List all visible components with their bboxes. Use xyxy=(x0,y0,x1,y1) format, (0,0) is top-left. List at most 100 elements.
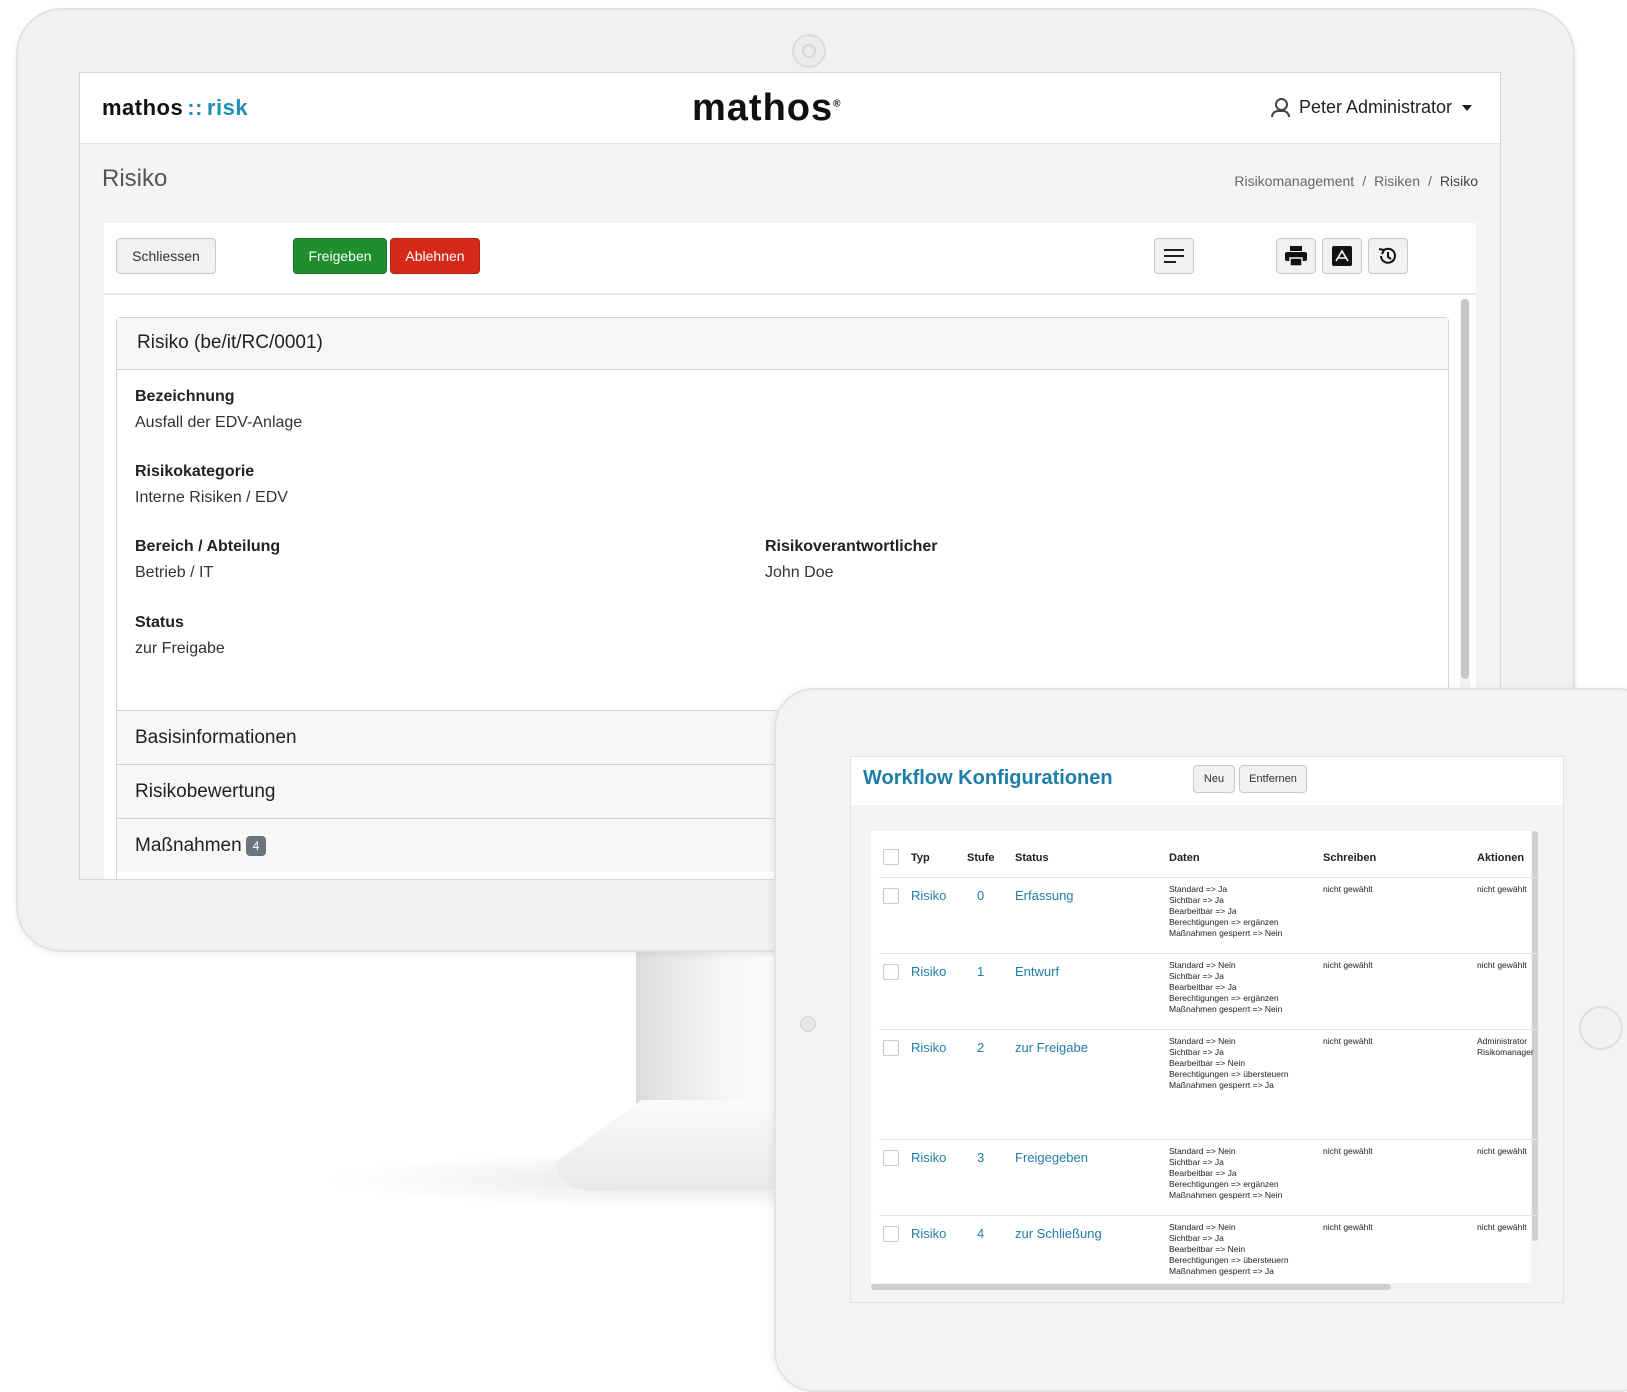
new-button[interactable]: Neu xyxy=(1193,765,1235,793)
column-header-status[interactable]: Status xyxy=(1011,839,1165,878)
daten-line: Sichtbar => Ja xyxy=(1169,1233,1224,1243)
close-button[interactable]: Schliessen xyxy=(116,238,216,274)
breadcrumb-item-risiken[interactable]: Risiken xyxy=(1374,173,1420,189)
cell-stufe: 0 xyxy=(963,877,1011,954)
cell-typ: Risiko xyxy=(907,1215,963,1291)
pdf-button[interactable] xyxy=(1322,238,1362,274)
workflow-title: Workflow Konfigurationen xyxy=(863,767,1113,789)
cell-typ: Risiko xyxy=(907,877,963,954)
cell-daten: Standard => Ja Sichtbar => Ja Bearbeitba… xyxy=(1165,877,1319,954)
aktionen-line: Administrator xyxy=(1477,1036,1528,1046)
daten-line: Maßnahmen gesperrt => Nein xyxy=(1169,1190,1283,1200)
tablet-camera xyxy=(800,1016,816,1032)
daten-line: Sichtbar => Ja xyxy=(1169,895,1224,905)
row-select-cell xyxy=(879,953,907,1030)
reject-button[interactable]: Ablehnen xyxy=(390,238,480,274)
row-select-cell xyxy=(879,877,907,954)
field-label: Bezeichnung xyxy=(135,388,235,405)
field-label: Risikokategorie xyxy=(135,463,255,480)
logo-word: mathos xyxy=(102,95,184,120)
daten-line: Berechtigungen => ergänzen xyxy=(1169,993,1279,1003)
column-header-typ[interactable]: Typ xyxy=(907,839,963,878)
menu-lines-button[interactable] xyxy=(1154,238,1194,274)
cell-status: Erfassung xyxy=(1011,877,1165,954)
aktionen-line: nicht gewählt xyxy=(1477,1146,1527,1156)
camera-dot xyxy=(792,34,826,68)
remove-button[interactable]: Entfernen xyxy=(1239,765,1307,793)
row-select-cell xyxy=(879,1029,907,1140)
section-label: Maßnahmen xyxy=(135,835,242,856)
cell-schreiben: nicht gewählt xyxy=(1319,1029,1473,1140)
user-name: Peter Administrator xyxy=(1298,97,1452,117)
field-label: Risikoverantwortlicher xyxy=(765,538,938,555)
select-all-checkbox[interactable] xyxy=(883,848,899,865)
field-label: Bereich / Abteilung xyxy=(135,538,281,555)
typ-link[interactable]: Risiko xyxy=(911,1040,946,1055)
column-header-stufe[interactable]: Stufe xyxy=(963,839,1011,878)
user-menu[interactable]: Peter Administrator xyxy=(1270,97,1472,118)
top-navbar: mathos:: risk mathos® Peter Administrator xyxy=(80,73,1500,144)
cell-schreiben: nicht gewählt xyxy=(1319,877,1473,954)
table-row: Risiko 4 zur Schließung Standard => Nein… xyxy=(879,1215,1539,1291)
status-link[interactable]: zur Schließung xyxy=(1015,1226,1102,1241)
stufe-link[interactable]: 4 xyxy=(977,1226,984,1241)
cell-daten: Standard => Nein Sichtbar => Ja Bearbeit… xyxy=(1165,1139,1319,1216)
cell-status: Freigegeben xyxy=(1011,1139,1165,1216)
logo-product: risk xyxy=(206,95,249,120)
workflow-table: Typ Stufe Status Daten Schreiben Aktione… xyxy=(879,839,1539,1291)
stufe-link[interactable]: 1 xyxy=(977,964,984,979)
row-checkbox[interactable] xyxy=(883,1040,899,1056)
scrollbar-thumb[interactable] xyxy=(1461,299,1469,679)
action-toolbar: Schliessen Freigeben Ablehnen xyxy=(104,223,1476,295)
mathos-risk-logo[interactable]: mathos:: risk xyxy=(102,95,248,121)
column-header-aktionen[interactable]: Aktionen xyxy=(1473,839,1539,878)
row-select-cell xyxy=(879,1215,907,1291)
field-bereich: Bereich / Abteilung Betrieb / IT xyxy=(135,538,280,582)
field-value: Betrieb / IT xyxy=(135,564,214,581)
cell-aktionen: Administrator Risikomanager xyxy=(1473,1029,1539,1140)
pdf-icon xyxy=(1332,246,1352,266)
daten-line: Standard => Nein xyxy=(1169,1146,1236,1156)
typ-link[interactable]: Risiko xyxy=(911,1150,946,1165)
daten-line: Maßnahmen gesperrt => Ja xyxy=(1169,1080,1274,1090)
approve-button[interactable]: Freigeben xyxy=(293,238,387,274)
row-checkbox[interactable] xyxy=(883,1226,899,1242)
row-select-cell xyxy=(879,1139,907,1216)
row-checkbox[interactable] xyxy=(883,1150,899,1166)
column-header-daten[interactable]: Daten xyxy=(1165,839,1319,878)
row-checkbox[interactable] xyxy=(883,888,899,904)
tablet-home-button xyxy=(1579,1006,1623,1050)
breadcrumb-item-current: Risiko xyxy=(1439,173,1478,189)
history-button[interactable] xyxy=(1368,238,1408,274)
typ-link[interactable]: Risiko xyxy=(911,1226,946,1241)
stufe-link[interactable]: 3 xyxy=(977,1150,984,1165)
status-link[interactable]: zur Freigabe xyxy=(1015,1040,1088,1055)
row-checkbox[interactable] xyxy=(883,964,899,980)
cell-daten: Standard => Nein Sichtbar => Ja Bearbeit… xyxy=(1165,953,1319,1030)
cell-stufe: 1 xyxy=(963,953,1011,1030)
stufe-link[interactable]: 0 xyxy=(977,888,984,903)
typ-link[interactable]: Risiko xyxy=(911,964,946,979)
mathos-brand-logo: mathos® xyxy=(692,87,842,130)
daten-line: Berechtigungen => ergänzen xyxy=(1169,917,1279,927)
stufe-link[interactable]: 2 xyxy=(977,1040,984,1055)
cell-stufe: 4 xyxy=(963,1215,1011,1291)
breadcrumb-separator: / xyxy=(1427,173,1432,189)
breadcrumb-item-risikomanagement[interactable]: Risikomanagement xyxy=(1234,173,1354,189)
daten-line: Maßnahmen gesperrt => Ja xyxy=(1169,1266,1274,1276)
daten-line: Bearbeitbar => Ja xyxy=(1169,1168,1237,1178)
status-link[interactable]: Freigegeben xyxy=(1015,1150,1088,1165)
registered-mark: ® xyxy=(833,98,842,110)
select-all-cell xyxy=(879,839,907,878)
aktionen-line: Risikomanager xyxy=(1477,1047,1534,1057)
daten-line: Sichtbar => Ja xyxy=(1169,1157,1224,1167)
typ-link[interactable]: Risiko xyxy=(911,888,946,903)
daten-line: Standard => Nein xyxy=(1169,1036,1236,1046)
print-button[interactable] xyxy=(1276,238,1316,274)
daten-line: Bearbeitbar => Ja xyxy=(1169,982,1237,992)
daten-line: Standard => Ja xyxy=(1169,884,1228,894)
table-row: Risiko 1 Entwurf Standard => Nein Sichtb… xyxy=(879,953,1539,1030)
column-header-schreiben[interactable]: Schreiben xyxy=(1319,839,1473,878)
status-link[interactable]: Entwurf xyxy=(1015,964,1059,979)
status-link[interactable]: Erfassung xyxy=(1015,888,1074,903)
